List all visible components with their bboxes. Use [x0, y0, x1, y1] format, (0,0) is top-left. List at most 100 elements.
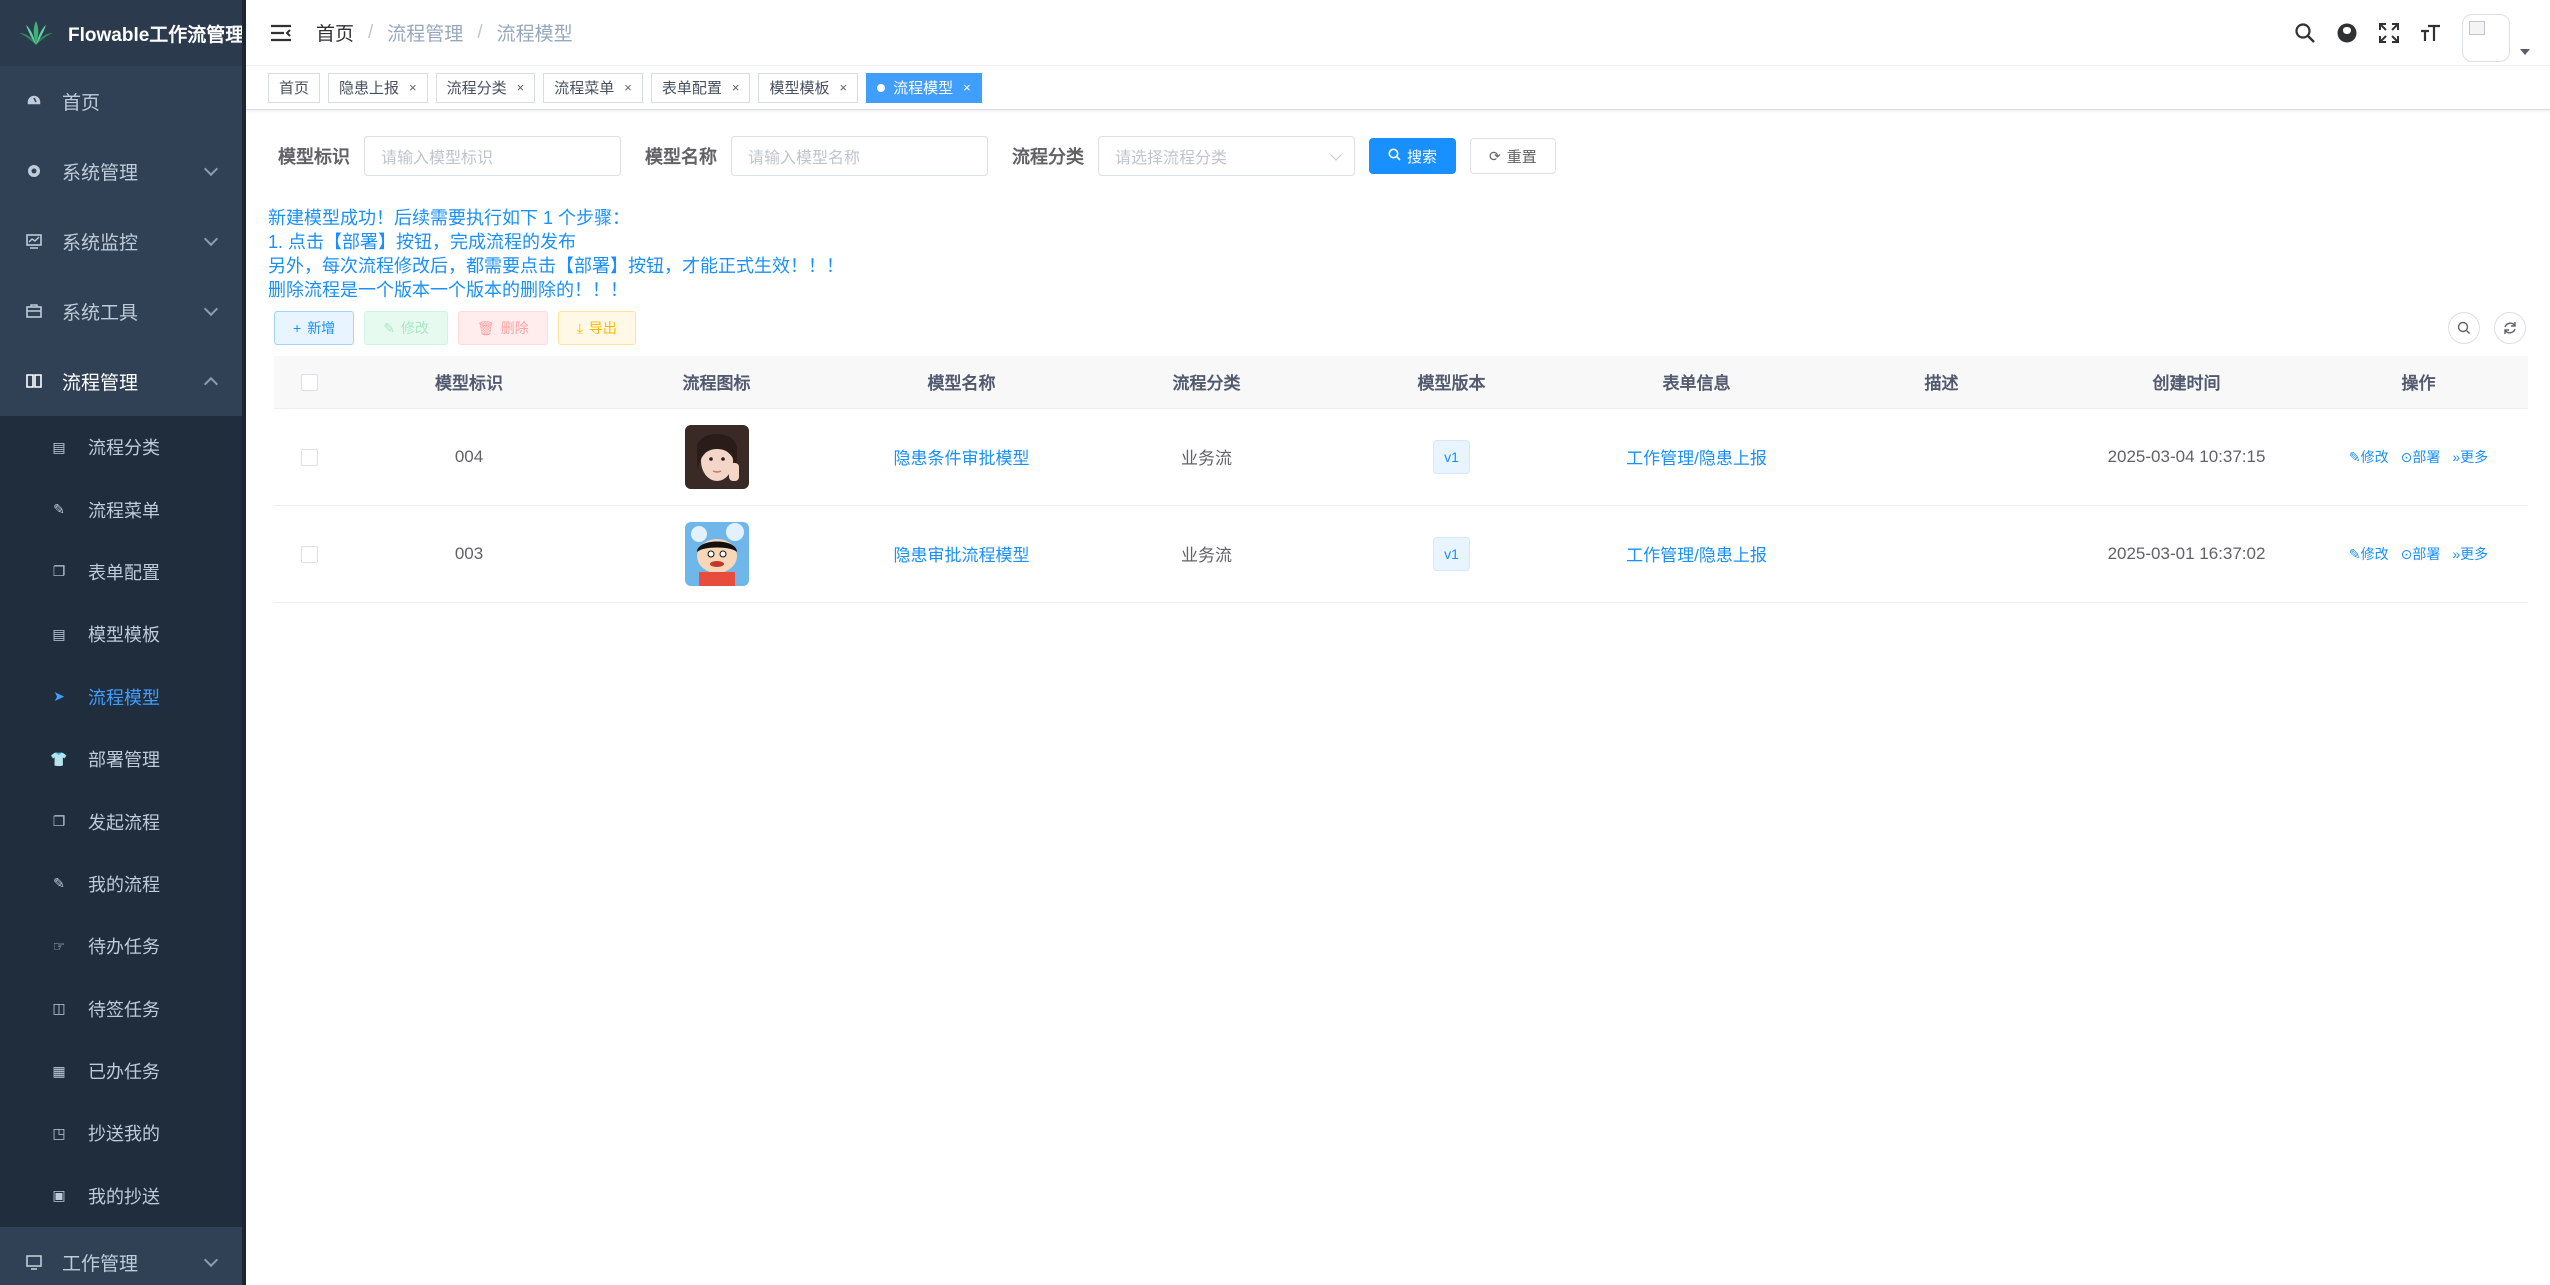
row-edit-button[interactable]: ✎修改	[2349, 447, 2389, 467]
sidebar-item-claim[interactable]: ◫ 待签任务	[0, 978, 246, 1040]
tag-flow-model[interactable]: 流程模型 ×	[866, 72, 982, 103]
id-card-icon: ◳	[52, 1124, 66, 1141]
category-select[interactable]: 请选择流程分类	[1098, 136, 1355, 176]
row-more-button[interactable]: »更多	[2452, 544, 2488, 564]
message-icon: ▣	[52, 1187, 66, 1204]
notice-line: 另外，每次流程修改后，都需要点击【部署】按钮，才能正式生效！！！	[268, 256, 844, 276]
close-icon[interactable]: ×	[963, 80, 971, 95]
flow-icon-image[interactable]	[684, 424, 749, 489]
flow-submenu: ▤ 流程分类 ✎ 流程菜单 ❐ 表单配置 ▤ 模型模板 ➤ 流程模型 👕 部署管…	[0, 416, 246, 1228]
row-deploy-button[interactable]: ⊙部署	[2401, 544, 2441, 564]
delete-button[interactable]: 🗑 删除	[457, 311, 548, 345]
version-badge: v1	[1433, 536, 1470, 571]
sidebar-item-deploy[interactable]: 👕 部署管理	[0, 728, 246, 790]
github-icon[interactable]	[2326, 0, 2368, 66]
breadcrumb-home[interactable]: 首页	[316, 19, 354, 46]
row-checkbox[interactable]	[300, 448, 318, 466]
model-key-label: 模型标识	[278, 147, 350, 167]
button-label: 修改	[400, 320, 429, 336]
dashboard-icon	[24, 91, 44, 111]
sidebar-item-start-flow[interactable]: ❐ 发起流程	[0, 790, 246, 852]
export-button[interactable]: ⤓ 导出	[557, 311, 636, 345]
sidebar-item-model-template[interactable]: ▤ 模型模板	[0, 603, 246, 665]
paper-plane-icon: ➤	[53, 688, 65, 705]
sidebar-item-done[interactable]: ▦ 已办任务	[0, 1040, 246, 1102]
column-header: 流程图标	[594, 356, 839, 409]
model-name-link[interactable]: 隐患审批流程模型	[894, 546, 1030, 565]
sidebar-item-monitor[interactable]: 系统监控	[0, 206, 246, 276]
placeholder: 请输入模型标识	[381, 150, 494, 167]
model-key-cell: 004	[344, 408, 594, 506]
search-icon[interactable]	[2284, 0, 2326, 66]
op-label: 更多	[2460, 545, 2489, 562]
gear-icon	[24, 161, 44, 181]
tag-model-template[interactable]: 模型模板 ×	[758, 72, 859, 103]
sidebar-item-work[interactable]: 工作管理	[0, 1227, 246, 1285]
row-deploy-button[interactable]: ⊙部署	[2401, 447, 2441, 467]
fullscreen-icon[interactable]	[2368, 0, 2410, 66]
font-size-icon[interactable]	[2410, 0, 2452, 66]
reset-button[interactable]: ⟳ 重置	[1470, 138, 1556, 174]
logo[interactable]: Flowable工作流管理	[0, 0, 246, 66]
version-cell: v1	[1329, 408, 1574, 506]
close-icon[interactable]: ×	[517, 80, 525, 95]
button-label: 重置	[1506, 148, 1537, 166]
sidebar-item-home[interactable]: 首页	[0, 66, 246, 136]
avatar[interactable]	[2462, 14, 2510, 62]
tag-home[interactable]: 首页	[268, 72, 321, 103]
sidebar-item-flow-category[interactable]: ▤ 流程分类	[0, 416, 246, 478]
form-link[interactable]: 工作管理/隐患上报	[1626, 546, 1767, 565]
select-all-cell	[274, 356, 344, 409]
refresh-icon[interactable]	[2494, 312, 2526, 344]
caret-down-icon[interactable]	[2520, 49, 2530, 55]
button-label: 搜索	[1407, 148, 1438, 166]
edit-icon: ✎	[2348, 545, 2361, 562]
close-icon[interactable]: ×	[409, 80, 417, 95]
flow-icon-image[interactable]	[684, 521, 749, 586]
tag-flow-category[interactable]: 流程分类 ×	[435, 72, 536, 103]
sidebar-item-my-flow[interactable]: ✎ 我的流程	[0, 853, 246, 915]
toolbox-icon	[24, 301, 44, 321]
form-cell: 工作管理/隐患上报	[1574, 505, 1819, 603]
model-name-input[interactable]: 请输入模型名称	[731, 136, 988, 176]
notice: 新建模型成功！后续需要执行如下 1 个步骤： 1. 点击【部署】按钮，完成流程的…	[268, 206, 2526, 302]
sidebar-item-cc-me[interactable]: ◳ 抄送我的	[0, 1102, 246, 1164]
model-key-input[interactable]: 请输入模型标识	[364, 136, 621, 176]
op-label: 部署	[2412, 448, 2441, 465]
sidebar-item-label: 模型模板	[88, 625, 160, 646]
tag-form-config[interactable]: 表单配置 ×	[650, 72, 751, 103]
close-icon[interactable]: ×	[732, 80, 740, 95]
form-link[interactable]: 工作管理/隐患上报	[1626, 449, 1767, 468]
search-toggle-icon[interactable]	[2448, 312, 2480, 344]
add-button[interactable]: + 新增	[274, 311, 355, 345]
copy-icon: ❐	[52, 813, 66, 830]
row-more-button[interactable]: »更多	[2452, 447, 2488, 467]
close-icon[interactable]: ×	[839, 80, 847, 95]
chevron-down-icon	[203, 301, 219, 317]
select-all-checkbox[interactable]	[300, 373, 318, 391]
sidebar-item-flow-model[interactable]: ➤ 流程模型	[0, 666, 246, 728]
edit-button[interactable]: ✎ 修改	[364, 311, 448, 345]
sidebar-item-flow-menu[interactable]: ✎ 流程菜单	[0, 478, 246, 540]
row-edit-button[interactable]: ✎修改	[2349, 544, 2389, 564]
sidebar-item-tools[interactable]: 系统工具	[0, 276, 246, 346]
sidebar-item-todo[interactable]: ☞ 待办任务	[0, 915, 246, 977]
sidebar-item-form-config[interactable]: ❐ 表单配置	[0, 541, 246, 603]
sidebar-item-flow[interactable]: 流程管理	[0, 346, 246, 416]
model-name-link[interactable]: 隐患条件审批模型	[894, 449, 1030, 468]
tag-hazard-report[interactable]: 隐患上报 ×	[328, 72, 428, 103]
close-icon[interactable]: ×	[624, 80, 632, 95]
column-header: 模型版本	[1329, 356, 1574, 409]
sidebar-item-label: 我的流程	[88, 874, 160, 895]
chevron-down-icon	[203, 161, 219, 177]
sidebar-item-label: 待办任务	[88, 937, 160, 958]
book-icon: ◫	[52, 1000, 66, 1017]
search-button[interactable]: 搜索	[1369, 138, 1457, 174]
navbar: 首页 / 流程管理 / 流程模型	[246, 0, 2550, 66]
tag-flow-menu[interactable]: 流程菜单 ×	[543, 72, 643, 103]
sidebar-item-system[interactable]: 系统管理	[0, 136, 246, 206]
tag-label: 首页	[279, 80, 310, 97]
hamburger-icon[interactable]	[246, 0, 316, 66]
row-checkbox[interactable]	[300, 545, 318, 563]
sidebar-item-my-cc[interactable]: ▣ 我的抄送	[0, 1165, 246, 1227]
